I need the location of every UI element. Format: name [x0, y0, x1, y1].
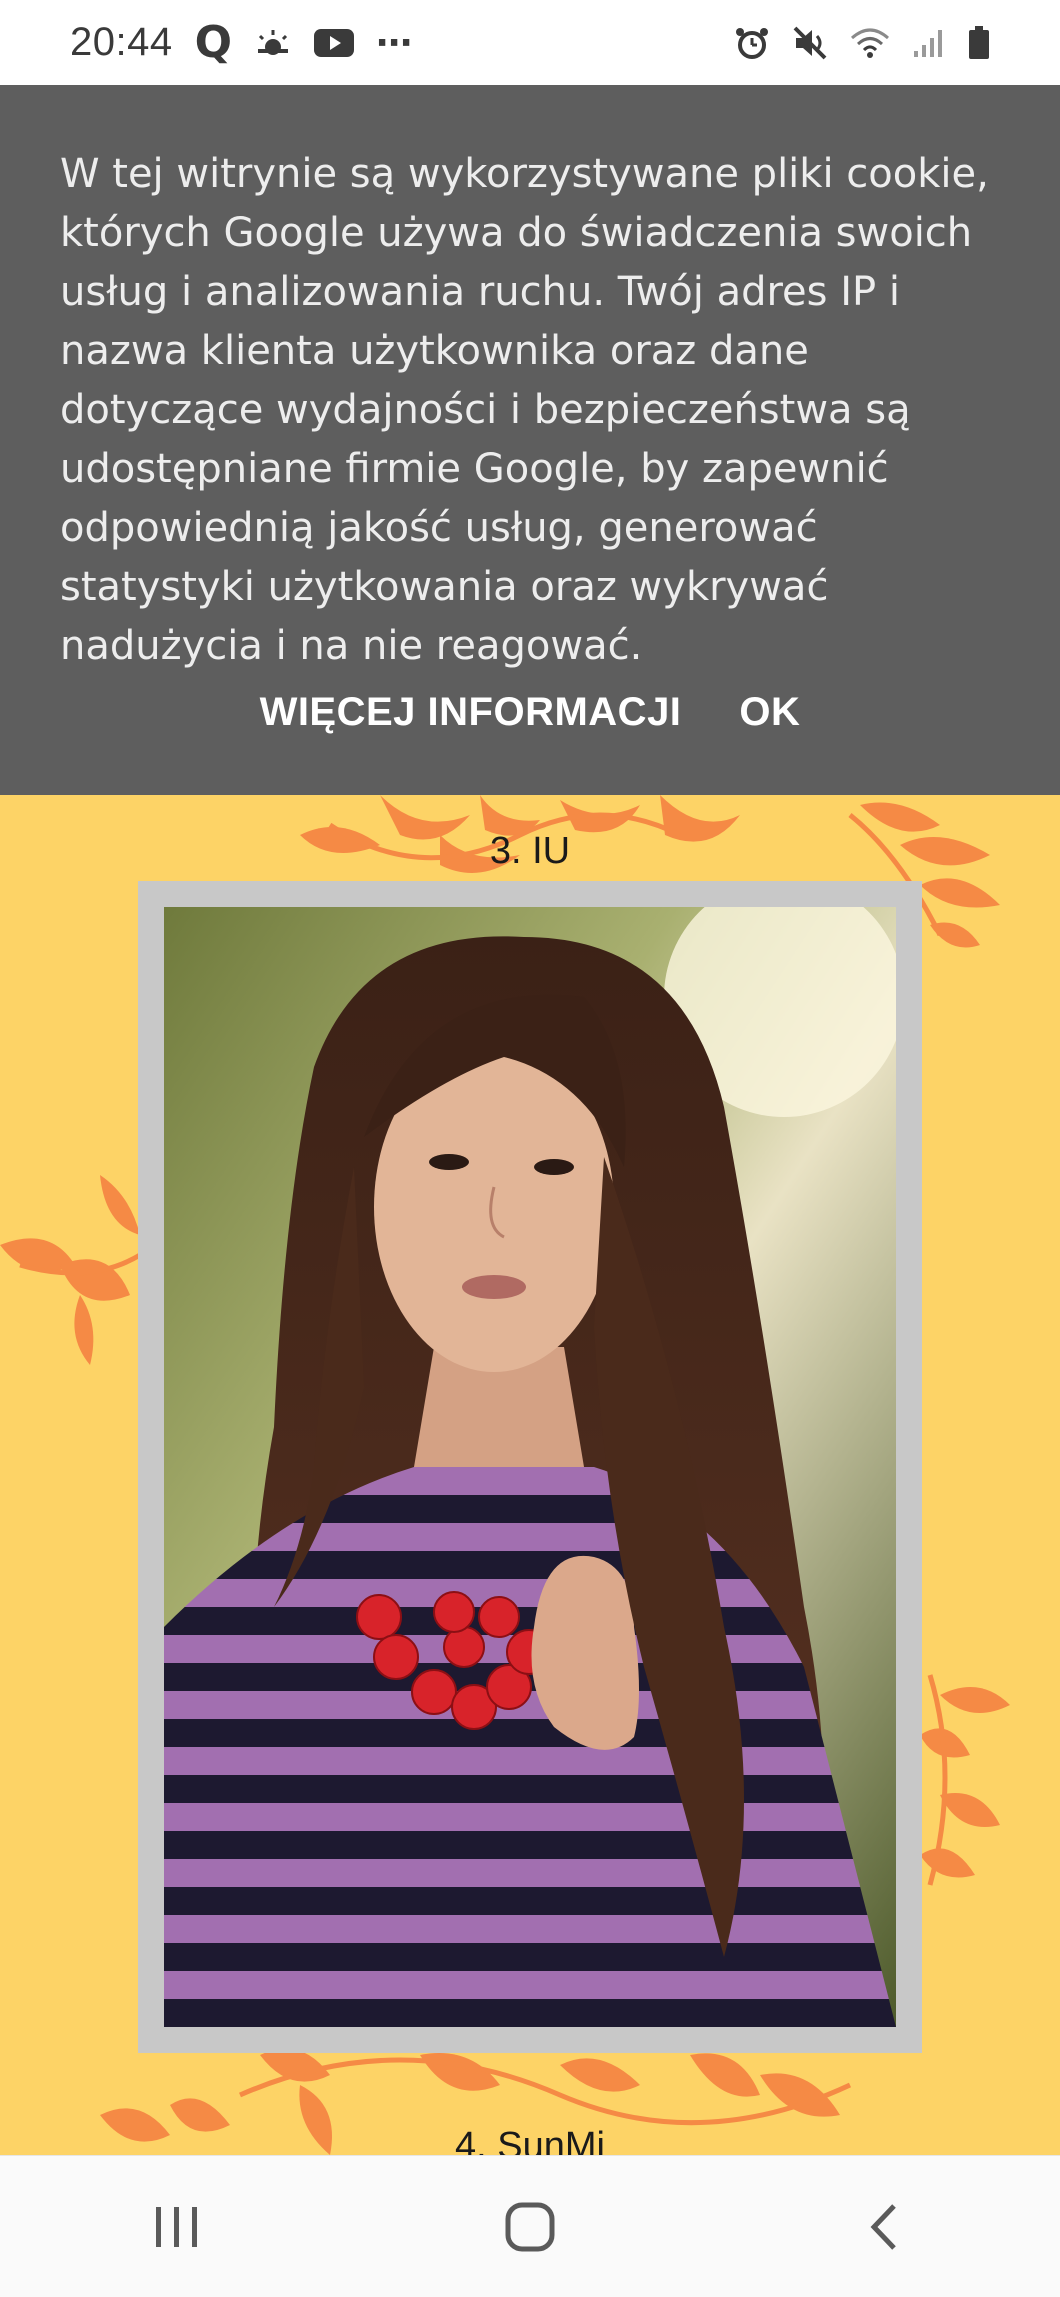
alarm-icon [734, 25, 770, 61]
home-button[interactable] [470, 2177, 590, 2277]
back-icon [870, 2203, 897, 2250]
item-title: 3. IU [489, 830, 571, 872]
youtube-icon [314, 28, 355, 58]
home-icon [505, 2202, 555, 2251]
status-bar: 20:44 Q ⋯ [0, 0, 1060, 85]
cookie-banner: W tej witrynie są wykorzystywane pliki c… [0, 85, 1060, 795]
item-title: 4. SunMi [455, 2125, 605, 2155]
cookie-notice-text: W tej witrynie są wykorzystywane pliki c… [60, 151, 989, 669]
battery-icon [968, 25, 990, 60]
status-left: 20:44 Q ⋯ [70, 17, 414, 68]
ok-button[interactable]: OK [739, 690, 800, 735]
wifi-icon [850, 26, 890, 60]
navigation-bar [0, 2155, 1060, 2297]
more-info-button[interactable]: WIĘCEJ INFORMACJI [260, 690, 682, 735]
status-right [734, 25, 990, 61]
portrait-illustration [164, 907, 896, 2027]
signal-icon [912, 27, 946, 59]
cookie-actions: WIĘCEJ INFORMACJI OK [0, 690, 1060, 735]
portrait-photo [164, 907, 896, 2027]
more-dots-icon: ⋯ [376, 21, 415, 63]
recent-apps-button[interactable] [117, 2177, 237, 2277]
photo-frame [138, 881, 922, 2053]
mute-icon [792, 25, 828, 61]
weather-icon [254, 27, 292, 59]
status-time: 20:44 [70, 20, 173, 64]
back-button[interactable] [823, 2177, 943, 2277]
q-app-icon: Q [194, 17, 233, 68]
page-content: 3. IU 4. SunMi [0, 795, 1060, 2155]
recent-apps-icon [155, 2206, 197, 2247]
